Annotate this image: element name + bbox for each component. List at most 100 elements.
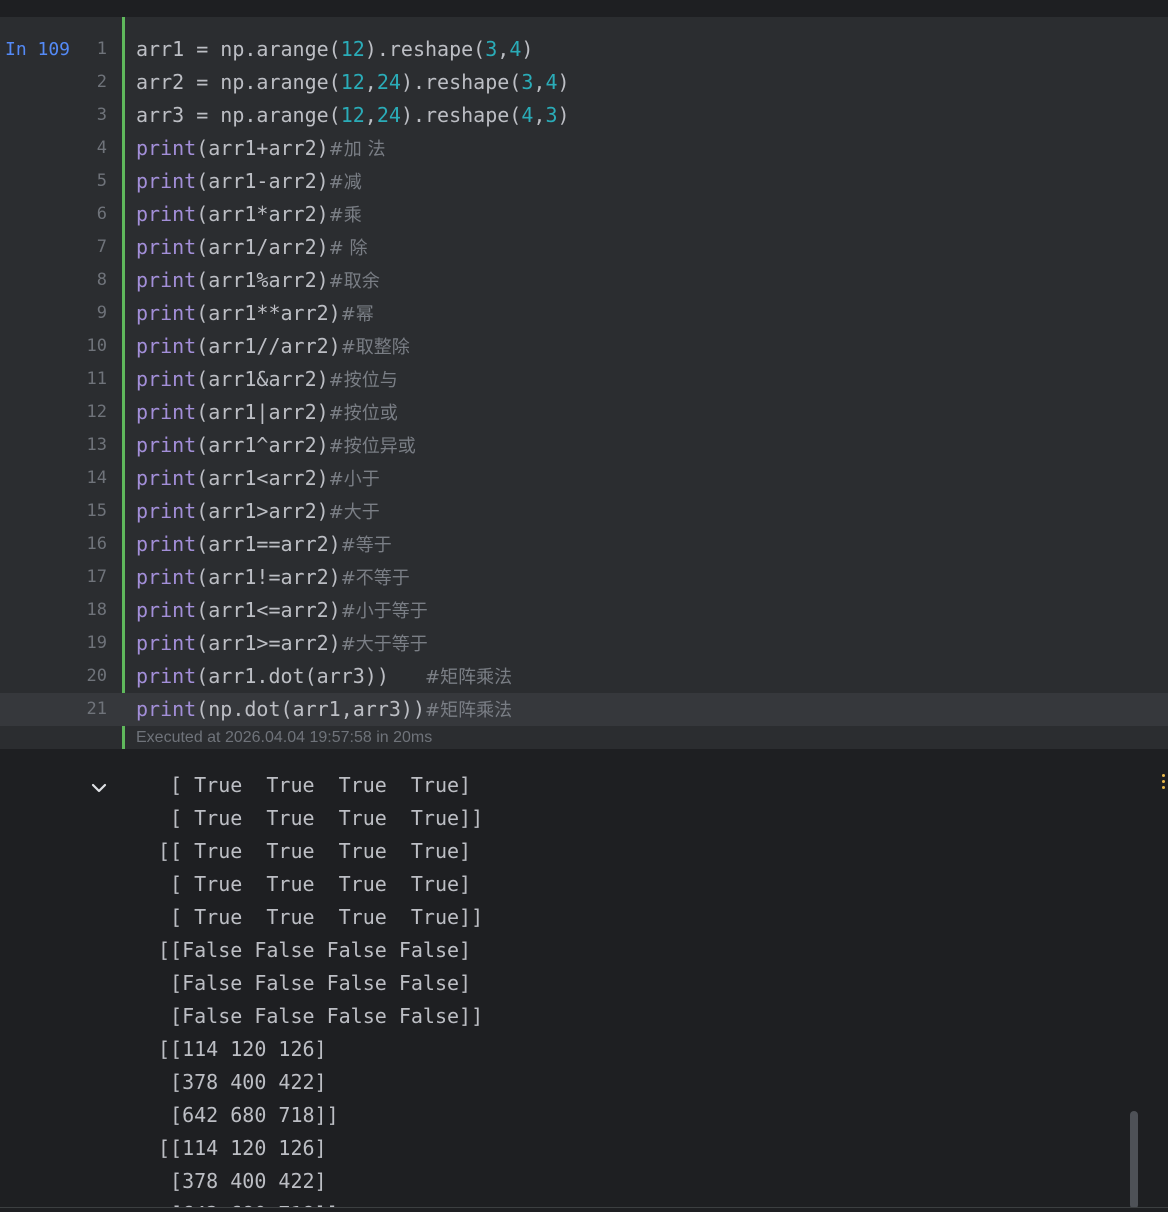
line-number: 10	[86, 336, 107, 356]
line-number: 3	[96, 105, 107, 125]
code-comment: #减	[328, 172, 362, 193]
code-token: (arr1-arr2)	[196, 169, 329, 193]
chevron-down-icon[interactable]	[87, 776, 111, 800]
output-line: [ True True True True]	[158, 872, 472, 896]
code-token: (arr1|arr2)	[196, 400, 329, 424]
code-token: (arr1**arr2)	[196, 301, 341, 325]
output-line: [False False False False]]	[158, 1004, 484, 1028]
code-token: (arr1*arr2)	[196, 202, 329, 226]
code-number: 3	[485, 37, 498, 61]
code-text: print(arr1**arr2)#幂	[136, 301, 374, 325]
code-line[interactable]: 20 print(arr1.dot(arr3)) #矩阵乘法	[0, 660, 1168, 693]
line-number: 5	[96, 171, 107, 191]
code-number: 12	[340, 37, 365, 61]
code-comment: # 除	[328, 238, 368, 259]
code-comment: #乘	[328, 205, 362, 226]
code-function: print	[136, 565, 197, 589]
code-line[interactable]: 21 print(np.dot(arr1,arr3))#矩阵乘法	[0, 693, 1168, 726]
output-line: [[ True True True True]	[158, 839, 472, 863]
line-number: 15	[86, 501, 107, 521]
more-vertical-icon[interactable]	[1161, 772, 1167, 794]
code-text: print(np.dot(arr1,arr3))#矩阵乘法	[136, 697, 512, 721]
code-function: print	[136, 169, 197, 193]
code-line[interactable]: 2 arr2 = np.arange(12,24).reshape(3,4)	[0, 66, 1168, 99]
code-line[interactable]: 7 print(arr1/arr2)# 除	[0, 231, 1168, 264]
code-comment: #矩阵乘法	[425, 667, 513, 688]
code-comment: #按位异或	[328, 436, 416, 457]
code-line[interactable]: 17 print(arr1!=arr2)#不等于	[0, 561, 1168, 594]
code-text: arr2 = np.arange(12,24).reshape(3,4)	[136, 70, 570, 94]
code-token: (arr1/arr2)	[196, 235, 329, 259]
line-number: 2	[96, 72, 107, 92]
code-line[interactable]: 5 print(arr1-arr2)#减	[0, 165, 1168, 198]
code-function: print	[136, 499, 197, 523]
code-token: (arr1&arr2)	[196, 367, 329, 391]
code-line[interactable]: 12 print(arr1|arr2)#按位或	[0, 396, 1168, 429]
notebook-page: In 109 1 arr1 = np.arange(12).reshape(3,4…	[0, 0, 1168, 1212]
code-number: 4	[521, 103, 534, 127]
code-line[interactable]: 8 print(arr1%arr2)#取余	[0, 264, 1168, 297]
code-token: arr1 = np.arange(	[136, 37, 341, 61]
output-scrollbar[interactable]	[1130, 1111, 1138, 1209]
code-line[interactable]: 10 print(arr1//arr2)#取整除	[0, 330, 1168, 363]
code-line[interactable]: 13 print(arr1^arr2)#按位异或	[0, 429, 1168, 462]
line-number: 11	[86, 369, 107, 389]
code-token: (arr1+arr2)	[196, 136, 329, 160]
bottom-divider	[0, 1207, 1168, 1212]
output-line: [False False False False]	[158, 971, 472, 995]
code-token: (np.dot(arr1,arr3))	[196, 697, 425, 721]
code-function: print	[136, 334, 197, 358]
code-line[interactable]: 6 print(arr1*arr2)#乘	[0, 198, 1168, 231]
code-line[interactable]: 3 arr3 = np.arange(12,24).reshape(4,3)	[0, 99, 1168, 132]
toolbar-strip	[0, 0, 1168, 17]
code-number: 3	[521, 70, 534, 94]
line-number: 14	[86, 468, 107, 488]
code-token: (arr1<arr2)	[196, 466, 329, 490]
code-line[interactable]: 9 print(arr1**arr2)#幂	[0, 297, 1168, 330]
code-text: print(arr1<arr2)#小于	[136, 466, 380, 490]
line-number: 13	[86, 435, 107, 455]
code-text: print(arr1<=arr2)#小于等于	[136, 598, 428, 622]
code-line[interactable]: 19 print(arr1>=arr2)#大于等于	[0, 627, 1168, 660]
code-line[interactable]: 1 arr1 = np.arange(12).reshape(3,4)	[0, 33, 1168, 66]
output-line: [642 680 718]]	[158, 1103, 339, 1127]
code-text: print(arr1==arr2)#等于	[136, 532, 392, 556]
code-comment: #小于等于	[340, 601, 428, 622]
code-text: arr3 = np.arange(12,24).reshape(4,3)	[136, 103, 570, 127]
code-line[interactable]: 11 print(arr1&arr2)#按位与	[0, 363, 1168, 396]
output-line: [ True True True True]]	[158, 806, 484, 830]
line-number: 12	[86, 402, 107, 422]
code-token: (arr1>arr2)	[196, 499, 329, 523]
code-text: print(arr1!=arr2)#不等于	[136, 565, 410, 589]
code-text: print(arr1>arr2)#大于	[136, 499, 380, 523]
line-number: 6	[96, 204, 107, 224]
code-comment: #幂	[340, 304, 374, 325]
code-line[interactable]: 14 print(arr1<arr2)#小于	[0, 462, 1168, 495]
code-number: 4	[545, 70, 558, 94]
code-text: arr1 = np.arange(12).reshape(3,4)	[136, 37, 533, 61]
code-comment: #按位或	[328, 403, 398, 424]
code-line[interactable]: 18 print(arr1<=arr2)#小于等于	[0, 594, 1168, 627]
code-token: arr3 = np.arange(	[136, 103, 341, 127]
line-number: 1	[96, 39, 107, 59]
code-function: print	[136, 466, 197, 490]
code-line[interactable]: 4 print(arr1+arr2)#加 法	[0, 132, 1168, 165]
code-line[interactable]: 15 print(arr1>arr2)#大于	[0, 495, 1168, 528]
code-function: print	[136, 433, 197, 457]
code-token: ,	[533, 103, 546, 127]
code-function: print	[136, 664, 197, 688]
code-comment: #加 法	[328, 139, 386, 160]
code-number: 12	[340, 70, 365, 94]
code-token: ).reshape(	[400, 103, 522, 127]
output-line: [378 400 422]	[158, 1169, 327, 1193]
code-number: 12	[340, 103, 365, 127]
code-comment: #取整除	[340, 337, 410, 358]
code-function: print	[136, 235, 197, 259]
code-comment: #大于	[328, 502, 380, 523]
code-comment: #大于等于	[340, 634, 428, 655]
code-line[interactable]: 16 print(arr1==arr2)#等于	[0, 528, 1168, 561]
code-token: )	[521, 37, 534, 61]
code-number: 3	[545, 103, 558, 127]
execution-status: Executed at 2026.04.04 19:57:58 in 20ms	[136, 729, 433, 746]
code-token: ,	[497, 37, 510, 61]
